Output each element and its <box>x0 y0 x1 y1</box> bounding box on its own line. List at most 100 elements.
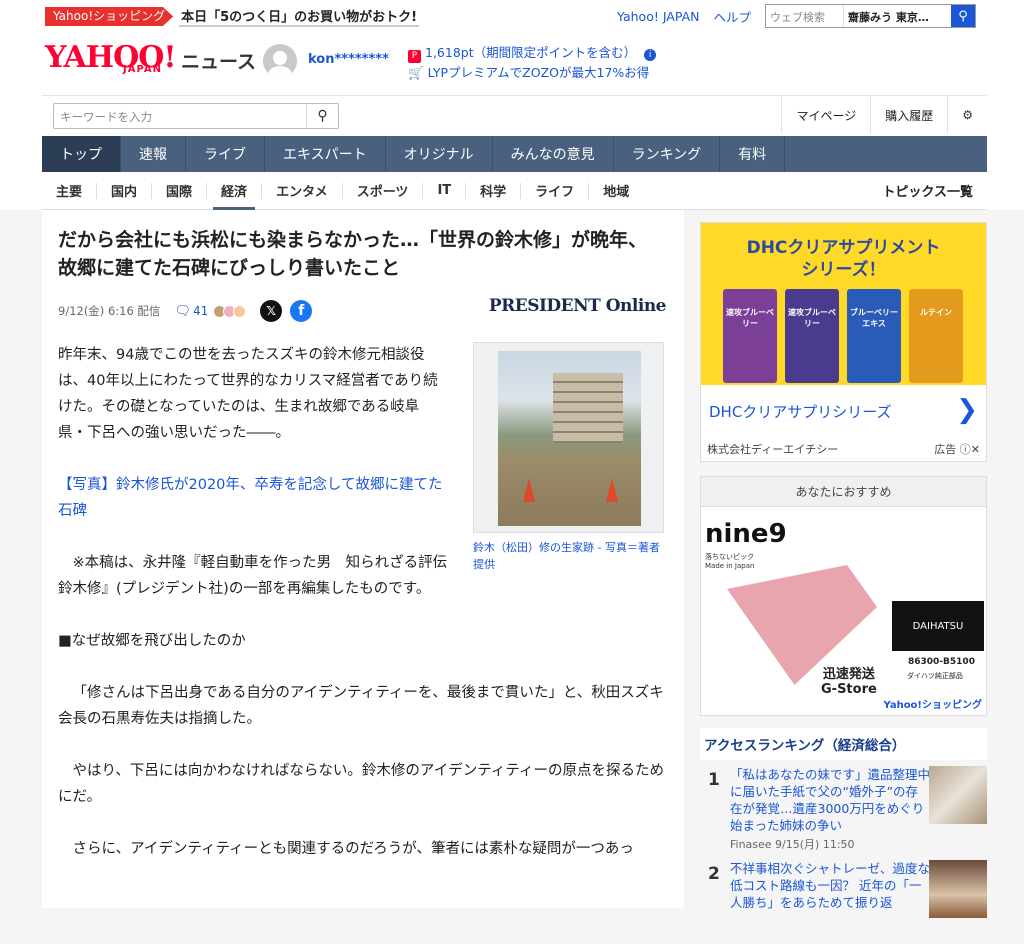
my-links: マイページ 購入履歴 ⚙ <box>781 96 987 134</box>
mypage-link[interactable]: マイページ <box>781 96 870 134</box>
points-icon: P <box>408 50 421 63</box>
ad-dhc[interactable]: DHCクリアサプリメント シリーズ！ 速攻ブルーベリー 速攻ブルーベリー ブルー… <box>700 222 987 462</box>
ranking-title: アクセスランキング（経済総合） <box>704 738 906 754</box>
points-box: P 1,618pt（期間限定ポイントを含む） i 🛒 LYPプレミアムでZOZOが最大… <box>408 43 657 82</box>
paragraph: ※本稿は、永井隆『軽自動車を作った男 知られざる評伝 鈴木修』(プレジデント社)… <box>58 555 462 597</box>
logo-japan: JAPAN <box>123 64 162 75</box>
store-label: 迅速発送 G-Store <box>821 667 877 697</box>
search-bar: キーワードを入力 ⚲ マイページ 購入履歴 ⚙ <box>42 95 987 134</box>
photo-link[interactable]: 【写真】鈴木修氏が2020年、卒寿を記念して故郷に建てた石碑 <box>58 472 448 524</box>
header: Yahoo!ショッピング 本日「5のつく日」のお買い物がおトク! Yahoo! … <box>0 0 1024 210</box>
cat-life[interactable]: ライフ <box>521 182 590 200</box>
ranking-item[interactable]: 2 不祥事相次ぐシャトレーゼ、過度な低コスト路線も一因？ 近年の「一人勝ち」をあ… <box>700 854 987 944</box>
trending-chip[interactable]: 齋藤みう 東京… <box>843 5 951 27</box>
cat-local[interactable]: 地域 <box>589 183 643 200</box>
nav-paid[interactable]: 有料 <box>720 136 786 172</box>
product-pack: ブルーベリーエキス <box>847 289 901 383</box>
rank-number: 2 <box>708 864 720 884</box>
ad-link[interactable]: DHCクリアサプリシリーズ <box>709 401 892 422</box>
article-body: 昨年末、94歳でこの世を去ったスズキの鈴木修元相談役は、40年以上にわたって世界… <box>58 342 668 888</box>
lyp-promo[interactable]: LYPプレミアムでZOZOが最大17%お得 <box>428 65 650 80</box>
access-ranking: アクセスランキング（経済総合） 1 「私はあなたの妹です」遺品整理中に届いた手紙… <box>700 728 987 918</box>
help-link[interactable]: ヘルプ <box>713 7 751 26</box>
section-heading: ■なぜ故郷を飛び出したのか <box>58 633 246 649</box>
brand-sub: 落ちないピック Made in Japan <box>705 553 755 570</box>
part-sub: ダイハツ純正部品 <box>907 672 963 680</box>
cat-domestic[interactable]: 国内 <box>97 182 153 200</box>
service-name[interactable]: ニュース <box>181 47 256 74</box>
yahoo-japan-link[interactable]: Yahoo! JAPAN <box>617 9 699 24</box>
keyword-input[interactable]: キーワードを入力 <box>60 109 152 125</box>
nav-opinion[interactable]: みんなの意見 <box>493 136 614 172</box>
global-nav: トップ 速報 ライブ エキスパート オリジナル みんなの意見 ランキング 有料 <box>42 136 987 172</box>
comment-icon[interactable]: 🗨 <box>174 304 191 319</box>
comment-count[interactable]: 41 <box>193 304 208 318</box>
promo-tag: Yahoo!ショッピング <box>45 7 174 26</box>
nav-top[interactable]: トップ <box>42 136 121 172</box>
points-text[interactable]: 1,618pt（期間限定ポイントを含む） <box>425 45 636 60</box>
product-pack: 速攻ブルーベリー <box>785 289 839 383</box>
ad-company: 株式会社ディーエイチシー <box>707 443 839 456</box>
daihatsu-label: DAIHATSU <box>892 601 984 651</box>
brand-logo: nine9 <box>705 519 787 549</box>
ad-label[interactable]: 広告 ⓘ✕ <box>934 441 980 457</box>
nav-ranking[interactable]: ランキング <box>614 136 721 172</box>
rank-thumbnail[interactable] <box>929 766 987 824</box>
article-headline: だから会社にも浜松にも染まらなかった…「世界の鈴木修」が晩年、故郷に建てた石碑に… <box>58 229 648 279</box>
publisher-logo[interactable]: PRESIDENT Online <box>489 296 667 316</box>
info-icon[interactable]: i <box>644 49 657 61</box>
cat-economy[interactable]: 経済 <box>207 182 263 210</box>
chevron-right-icon[interactable]: ❯ <box>956 395 978 425</box>
cat-it[interactable]: IT <box>423 182 467 199</box>
x-share-icon[interactable]: 𝕏 <box>260 300 283 322</box>
topics-list-link[interactable]: トピックス一覧 <box>882 181 987 200</box>
username[interactable]: kon******** <box>308 52 389 67</box>
web-search-input[interactable]: ウェブ検索 <box>766 5 843 27</box>
part-code: 86300-B5100 <box>908 657 975 667</box>
cat-world[interactable]: 国際 <box>152 182 208 200</box>
ranking-item[interactable]: 1 「私はあなたの妹です」遺品整理中に届いた手紙で父の“婚外子”の存在が発覚…遺… <box>700 760 987 851</box>
web-search: ウェブ検索 齋藤みう 東京… ⚲ <box>765 4 976 28</box>
reaction-icons[interactable] <box>213 304 247 318</box>
rank-source: Finasee 9/15(月) 11:50 <box>730 838 855 851</box>
recommend-ad[interactable]: nine9 落ちないピック Made in Japan DAIHATSU 8630… <box>701 507 986 715</box>
search-icon[interactable]: ⚲ <box>951 5 975 27</box>
cat-sports[interactable]: スポーツ <box>343 182 424 200</box>
cat-entertainment[interactable]: エンタメ <box>262 182 343 200</box>
rank-headline[interactable]: 「私はあなたの妹です」遺品整理中に届いた手紙で父の“婚外子”の存在が発覚…遺産3… <box>730 766 930 834</box>
cart-icon: 🛒 <box>408 65 424 80</box>
recommend-header: あなたにおすすめ <box>701 477 986 507</box>
nav-expert[interactable]: エキスパート <box>265 136 386 172</box>
cat-main[interactable]: 主要 <box>42 182 98 200</box>
ad-title: DHCクリアサプリメント シリーズ！ <box>746 238 941 280</box>
nav-breaking[interactable]: 速報 <box>121 136 186 172</box>
article: だから会社にも浜松にも染まらなかった…「世界の鈴木修」が晩年、故郷に建てた石碑に… <box>42 210 684 908</box>
product-pack: ルテイン <box>909 289 963 383</box>
avatar[interactable] <box>263 44 297 78</box>
article-date: 9/12(金) 6:16 配信 <box>58 304 161 318</box>
paragraph: 昨年末、94歳でこの世を去ったスズキの鈴木修元相談役は、40年以上にわたって世界… <box>58 347 438 441</box>
rank-thumbnail[interactable] <box>929 860 987 918</box>
facebook-share-icon[interactable]: f <box>290 300 313 322</box>
ad-image[interactable]: DHCクリアサプリメント シリーズ！ 速攻ブルーベリー 速攻ブルーベリー ブルー… <box>701 223 986 385</box>
shopping-promo[interactable]: Yahoo!ショッピング 本日「5のつく日」のお買い物がおトク! <box>45 6 420 27</box>
gear-icon[interactable]: ⚙ <box>947 96 987 134</box>
shop-label: Yahoo!ショッピング <box>883 700 983 711</box>
nav-live[interactable]: ライブ <box>186 136 265 172</box>
keyword-search[interactable]: キーワードを入力 ⚲ <box>53 103 339 129</box>
nav-original[interactable]: オリジナル <box>386 136 493 172</box>
search-icon[interactable]: ⚲ <box>306 104 338 128</box>
category-nav: 主要 国内 国際 経済 エンタメ スポーツ IT 科学 ライフ 地域 トピックス… <box>42 172 987 210</box>
product-pack: 速攻ブルーベリー <box>723 289 777 383</box>
article-meta: 9/12(金) 6:16 配信 🗨 41 𝕏 f <box>58 300 313 322</box>
rank-number: 1 <box>708 770 720 790</box>
top-links: Yahoo! JAPAN ヘルプ ウェブ検索 齋藤みう 東京… ⚲ <box>617 4 976 28</box>
promo-text[interactable]: 本日「5のつく日」のお買い物がおトク! <box>179 6 420 27</box>
paragraph: やはり、下呂には向かわなければならない。鈴木修のアイデンティティーの原点を探るた… <box>58 763 664 805</box>
rank-headline[interactable]: 不祥事相次ぐシャトレーゼ、過度な低コスト路線も一因？ 近年の「一人勝ち」をあらた… <box>730 860 930 911</box>
paragraph: さらに、アイデンティティーとも関連するのだろうが、筆者には素朴な疑問が一つあっ <box>72 841 634 857</box>
history-link[interactable]: 購入履歴 <box>870 96 947 134</box>
cat-science[interactable]: 科学 <box>466 182 522 200</box>
paragraph: 「修さんは下呂出身である自分のアイデンティティーを、最後まで貫いた」と、秋田スズ… <box>58 685 664 727</box>
recommend-box: あなたにおすすめ nine9 落ちないピック Made in Japan DAIH… <box>700 476 987 716</box>
